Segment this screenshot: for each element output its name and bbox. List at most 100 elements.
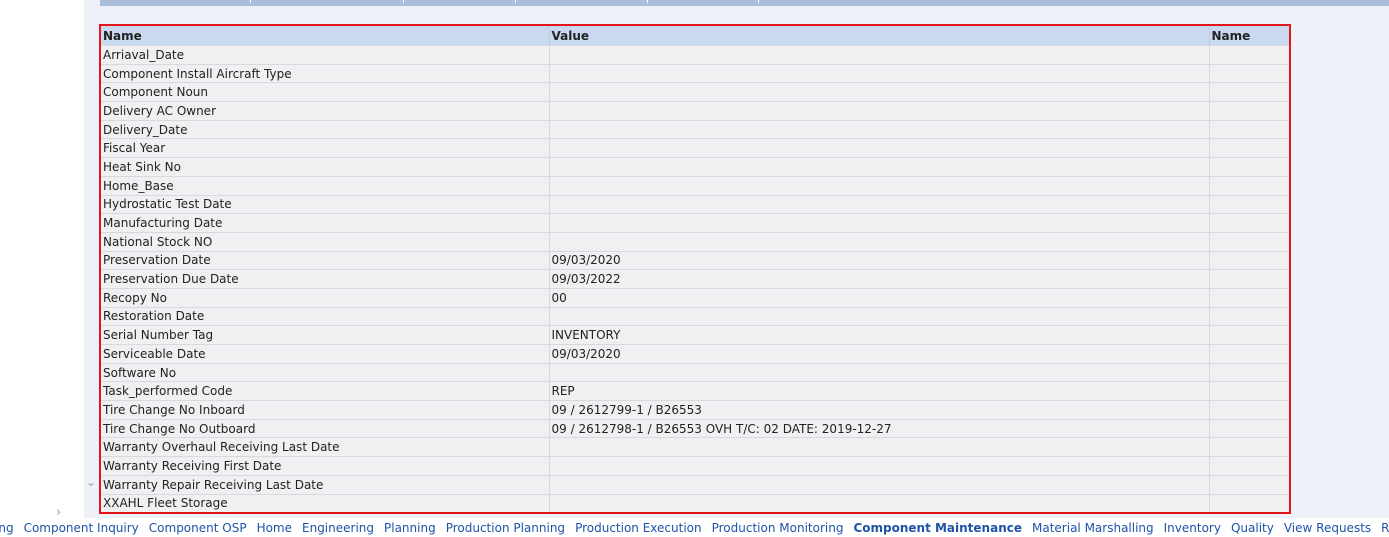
attribute-name-cell: Tire Change No Inboard [101,400,550,420]
attribute-value-cell [549,45,1210,65]
attribute-extra-cell [1209,194,1289,214]
attribute-extra-cell [1209,418,1289,438]
attribute-extra-cell [1209,456,1289,476]
attribute-name-cell: Heat Sink No [101,157,550,177]
nav-link-engineering[interactable]: Engineering [302,521,374,535]
attribute-extra-cell [1209,175,1289,195]
attribute-value-cell: 09 / 2612799-1 / B26553 [549,400,1210,420]
attribute-value-cell [549,474,1210,494]
chevron-down-icon[interactable]: ⌄ [86,475,96,489]
attribute-name-cell: Hydrostatic Test Date [101,194,550,214]
attribute-name-cell: Warranty Receiving First Date [101,456,550,476]
attribute-value-cell [549,101,1210,121]
attribute-value-cell [549,138,1210,158]
column-header-name: Name [101,26,550,46]
table-row: Software No [101,362,1289,382]
table-row: Delivery AC Owner [101,101,1289,121]
table-row: Warranty Receiving First Date [101,456,1289,476]
table-row: National Stock NO [101,231,1289,252]
attribute-name-cell: Serial Number Tag [101,325,550,345]
attribute-value-cell: 09/03/2022 [549,269,1210,289]
attribute-name-cell: Preservation Date [101,250,550,270]
attribute-value-cell: INVENTORY [549,325,1210,345]
table-row: Warranty Overhaul Receiving Last Date [101,437,1289,457]
attribute-value-cell [549,362,1210,382]
attribute-value-cell [549,493,1210,512]
attribute-extra-cell [1209,250,1289,270]
nav-link-production-planning[interactable]: Production Planning [446,521,565,535]
table-row: Serviceable Date 09/03/2020 [101,344,1289,364]
table-row: Arriaval_Date [101,45,1289,65]
table-row: Restoration Date [101,306,1289,326]
attribute-extra-cell [1209,287,1289,308]
table-row: Tire Change No Inboard 09 / 2612799-1 / B… [101,400,1289,420]
table-row: Warranty Repair Receiving Last Date [101,474,1289,494]
nav-link-ing[interactable]: ing [0,521,14,535]
table-row: Delivery_Date [101,119,1289,139]
table-row: XXAHL Fleet Storage [101,493,1289,512]
attribute-name-cell: Component Noun [101,82,550,102]
nav-link-material-marshalling[interactable]: Material Marshalling [1032,521,1154,535]
nav-link-component-osp[interactable]: Component OSP [149,521,247,535]
nav-link-component-maintenance[interactable]: Component Maintenance [853,521,1022,535]
attribute-value-cell [549,157,1210,177]
attribute-name-cell: Warranty Overhaul Receiving Last Date [101,437,550,457]
column-header-name-2: Name [1209,26,1289,46]
attribute-name-cell: Preservation Due Date [101,269,550,289]
table-header-row: Name Value Name [101,26,1289,46]
attribute-extra-cell [1209,119,1289,139]
tab-divider [403,0,404,3]
attributes-table-container: Name Value Name Arriaval_Date Component I… [99,24,1291,514]
attribute-extra-cell [1209,437,1289,457]
attribute-name-cell: Home_Base [101,175,550,195]
table-row: Component Install Aircraft Type [101,63,1289,83]
attribute-extra-cell [1209,101,1289,121]
attribute-value-cell [549,63,1210,83]
attribute-extra-cell [1209,400,1289,420]
attribute-name-cell: Arriaval_Date [101,45,550,65]
attribute-extra-cell [1209,325,1289,345]
top-tab-strip [100,0,1389,6]
table-row: Component Noun [101,82,1289,102]
nav-link-production-monitoring[interactable]: Production Monitoring [712,521,844,535]
attribute-extra-cell [1209,306,1289,326]
attribute-value-cell [549,175,1210,195]
attribute-name-cell: Delivery_Date [101,119,550,139]
nav-link-inventory[interactable]: Inventory [1164,521,1221,535]
table-row: Manufacturing Date [101,213,1289,233]
nav-link-component-inquiry[interactable]: Component Inquiry [24,521,139,535]
attribute-extra-cell [1209,213,1289,233]
attribute-extra-cell [1209,344,1289,364]
attribute-extra-cell [1209,45,1289,65]
attribute-value-cell [549,306,1210,326]
attribute-extra-cell [1209,157,1289,177]
attribute-extra-cell [1209,231,1289,252]
nav-link-planning[interactable]: Planning [384,521,436,535]
nav-link-quality[interactable]: Quality [1231,521,1274,535]
attribute-name-cell: Component Install Aircraft Type [101,63,550,83]
table-row: Recopy No 00 [101,287,1289,308]
table-row: Hydrostatic Test Date [101,194,1289,214]
attribute-value-cell: 09 / 2612798-1 / B26553 OVH T/C: 02 DATE… [549,418,1210,438]
attribute-value-cell [549,82,1210,102]
nav-link-home[interactable]: Home [257,521,292,535]
nav-link-production-execution[interactable]: Production Execution [575,521,702,535]
attribute-name-cell: Tire Change No Outboard [101,418,550,438]
attribute-value-cell: REP [549,381,1210,401]
attribute-extra-cell [1209,269,1289,289]
attribute-extra-cell [1209,362,1289,382]
tab-divider [758,0,759,3]
tab-divider [515,0,516,3]
attribute-extra-cell [1209,82,1289,102]
table-row: Tire Change No Outboard 09 / 2612798-1 / … [101,418,1289,438]
nav-link-view-requests[interactable]: View Requests [1284,521,1371,535]
table-row: Serial Number Tag INVENTORY [101,325,1289,345]
table-row: Preservation Date 09/03/2020 [101,250,1289,270]
attribute-name-cell: Delivery AC Owner [101,101,550,121]
bottom-navigation-bar: ing Component Inquiry Component OSP Home Eng… [0,518,1389,537]
attribute-name-cell: Restoration Date [101,306,550,326]
nav-link-reports[interactable]: Reports / [1381,521,1389,535]
attribute-value-cell [549,437,1210,457]
attribute-extra-cell [1209,63,1289,83]
attribute-extra-cell [1209,474,1289,494]
